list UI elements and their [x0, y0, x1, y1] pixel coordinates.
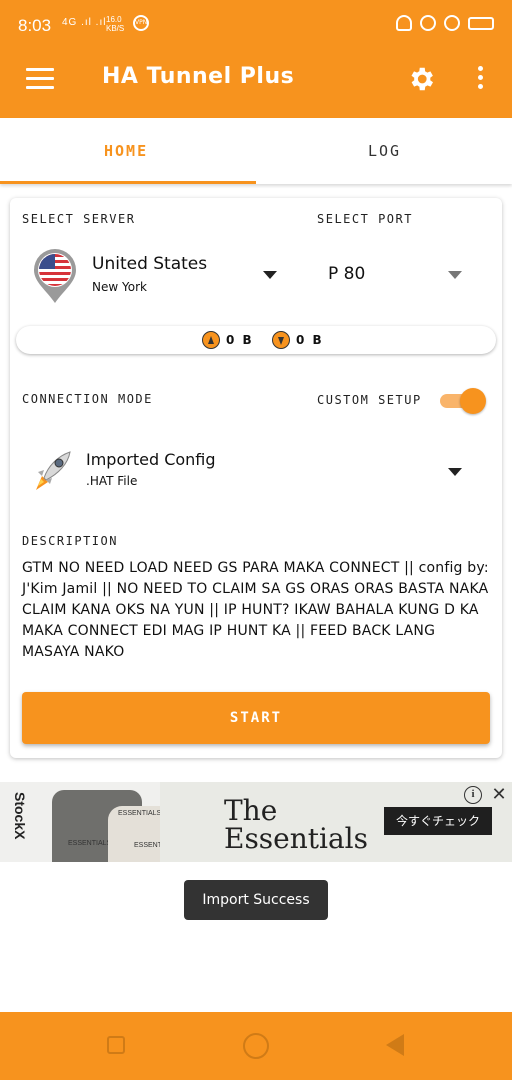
rocket-icon [36, 451, 71, 490]
ad-close-icon[interactable]: ✕ [488, 784, 510, 806]
tab-bar: HOME LOG [0, 118, 512, 184]
description-label: DESCRIPTION [22, 534, 118, 548]
toggle-knob [460, 388, 486, 414]
main-card: SELECT SERVER SELECT PORT United States … [10, 198, 502, 758]
more-vert-icon[interactable] [475, 66, 485, 92]
server-dropdown-icon[interactable] [263, 271, 277, 279]
signal-indicator: 4G .ıl .ıl [62, 17, 107, 28]
custom-setup-label: CUSTOM SETUP [317, 393, 422, 407]
ad-info-icon[interactable]: i [464, 786, 482, 804]
recent-apps-icon[interactable] [107, 1036, 125, 1054]
ad-text-panel: The Essentials 今すぐチェック [160, 782, 512, 862]
home-icon[interactable] [243, 1033, 269, 1059]
ad-banner[interactable]: StockX ESSENTIALS ESSENTIALS ESSENTIALS … [0, 782, 512, 862]
menu-icon[interactable] [26, 68, 54, 90]
app-title: HA Tunnel Plus [102, 64, 295, 89]
location-icon [420, 15, 436, 31]
ad-cta-button[interactable]: 今すぐチェック [384, 807, 492, 835]
config-name[interactable]: Imported Config [86, 450, 216, 469]
custom-setup-toggle[interactable] [440, 388, 486, 414]
active-tab-indicator [0, 181, 256, 184]
network-speed: 16.0 KB/S [106, 15, 124, 33]
check-icon [444, 15, 460, 31]
system-nav-bar [0, 1012, 512, 1080]
toast-message: Import Success [184, 880, 328, 920]
ad-tee-label: ESSENTIALS [118, 810, 162, 817]
start-button[interactable]: START [22, 692, 490, 744]
network-speed-unit: KB/S [106, 24, 125, 33]
upload-value: 0 B [226, 333, 254, 347]
description-text: GTM NO NEED LOAD NEED GS PARA MAKA CONNE… [22, 560, 489, 660]
download-value: 0 B [296, 333, 324, 347]
config-dropdown-icon[interactable] [448, 468, 462, 476]
gear-icon[interactable] [406, 64, 436, 94]
select-port-label: SELECT PORT [317, 212, 413, 226]
config-file-type[interactable]: .HAT File [86, 474, 137, 488]
ad-brand: StockX [12, 792, 28, 840]
traffic-counter: 0 B 0 B [16, 326, 496, 354]
battery-icon [468, 16, 494, 30]
ad-tee-label: ESSENTIALS [68, 840, 112, 847]
status-time: 8:03 [18, 16, 52, 35]
ad-headline-2: Essentials [224, 822, 369, 855]
back-icon[interactable] [386, 1034, 404, 1056]
connection-mode-label: CONNECTION MODE [22, 392, 153, 406]
server-city[interactable]: New York [92, 280, 147, 294]
upload-counter: 0 B [202, 331, 254, 349]
port-value[interactable]: P 80 [328, 264, 365, 284]
us-flag-pin-icon [34, 249, 76, 303]
status-icons [396, 15, 494, 31]
app-bar: HA Tunnel Plus [0, 52, 512, 118]
select-server-label: SELECT SERVER [22, 212, 136, 226]
tab-home[interactable]: HOME [104, 142, 148, 160]
download-arrow-icon [272, 331, 290, 349]
bell-off-icon [396, 15, 412, 31]
tab-log[interactable]: LOG [368, 142, 401, 160]
network-speed-value: 16.0 [106, 15, 122, 24]
port-dropdown-icon[interactable] [448, 271, 462, 279]
upload-arrow-icon [202, 331, 220, 349]
download-counter: 0 B [272, 331, 324, 349]
status-bar: 8:03 4G .ıl .ıl 16.0 KB/S VPN [0, 0, 512, 52]
vpn-icon: VPN [133, 15, 149, 31]
server-country[interactable]: United States [92, 254, 207, 274]
